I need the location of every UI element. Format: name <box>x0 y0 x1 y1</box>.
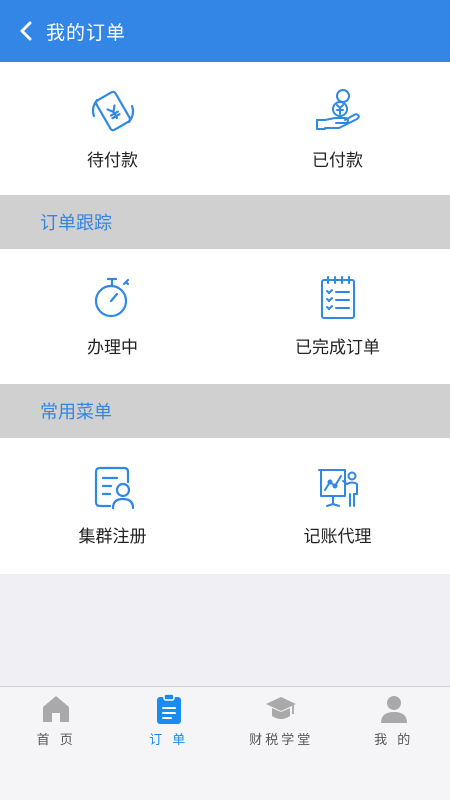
tab-orders-label: 订 单 <box>149 733 189 748</box>
bottom-tab-bar: 首 页 订 单 财税学堂 我 的 <box>0 686 450 800</box>
order-tracking-panel: 办理中 已完成订单 <box>0 249 450 384</box>
tab-home[interactable]: 首 页 <box>0 687 113 800</box>
tab-tax-academy-label: 财税学堂 <box>249 733 314 748</box>
common-menu-header: 常用菜单 <box>0 384 450 438</box>
tab-mine-label: 我 的 <box>374 733 414 748</box>
app-header: 我的订单 <box>0 0 450 62</box>
payment-status-panel: 待付款 已付款 <box>0 62 450 195</box>
presentation-chart-icon <box>317 469 358 507</box>
order-tracking-header: 订单跟踪 <box>0 195 450 249</box>
home-icon <box>43 696 70 722</box>
graduation-cap-icon <box>266 697 297 719</box>
tab-orders[interactable]: 订 单 <box>113 687 226 800</box>
checklist-icon <box>320 276 355 319</box>
tab-home-label: 首 页 <box>36 733 76 748</box>
in-progress-label: 办理中 <box>87 338 138 358</box>
cluster-registration-label: 集群注册 <box>78 527 147 547</box>
common-menu-title: 常用菜单 <box>40 402 112 423</box>
pending-payment-button[interactable]: 待付款 <box>0 62 225 195</box>
paid-button[interactable]: 已付款 <box>225 62 450 195</box>
id-card-icon <box>94 466 134 510</box>
order-tracking-title: 订单跟踪 <box>40 213 112 234</box>
chevron-left-icon <box>20 21 32 41</box>
completed-orders-button[interactable]: 已完成订单 <box>225 249 450 384</box>
tab-mine[interactable]: 我 的 <box>338 687 450 800</box>
in-progress-button[interactable]: 办理中 <box>0 249 225 384</box>
common-menu-panel: 集群注册 记账代理 <box>0 438 450 574</box>
pending-payment-label: 待付款 <box>87 151 138 171</box>
bookkeeping-agency-label: 记账代理 <box>303 527 372 547</box>
user-icon <box>380 696 407 723</box>
clipboard-icon <box>156 693 181 724</box>
cluster-registration-button[interactable]: 集群注册 <box>0 438 225 574</box>
paid-label: 已付款 <box>312 151 363 171</box>
page-title: 我的订单 <box>46 21 127 44</box>
tab-tax-academy[interactable]: 财税学堂 <box>225 687 338 800</box>
back-button[interactable] <box>6 0 46 62</box>
completed-orders-label: 已完成订单 <box>295 338 380 358</box>
stopwatch-icon <box>94 277 129 318</box>
phone-payment-icon <box>91 90 134 132</box>
bookkeeping-agency-button[interactable]: 记账代理 <box>225 438 450 574</box>
hand-coins-icon <box>315 89 360 130</box>
